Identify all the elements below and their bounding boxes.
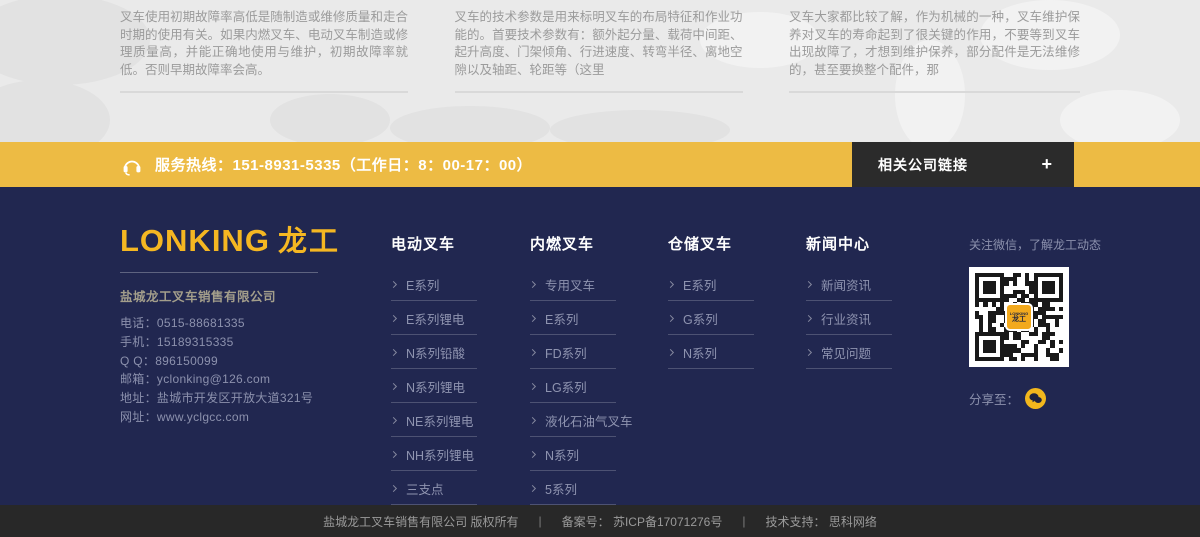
nav-item[interactable]: NH系列锂电 bbox=[391, 437, 477, 471]
chevron-right-icon bbox=[667, 281, 674, 288]
lonking-logo[interactable]: LONKING 龙工 bbox=[120, 225, 360, 257]
nav-item[interactable]: 三支点 bbox=[391, 471, 477, 505]
nav-item[interactable]: 5系列 bbox=[530, 471, 616, 505]
logo-chinese-text: 龙工 bbox=[278, 228, 340, 257]
icp-number[interactable]: 备案号： 苏ICP备17071276号 bbox=[562, 513, 723, 530]
nav-item[interactable]: N系列 bbox=[530, 437, 616, 471]
wechat-qr-code: LONKING 龙工 bbox=[969, 267, 1069, 367]
copyright-company: 盐城龙工叉车销售有限公司 版权所有 bbox=[323, 513, 518, 530]
copyright-bar: 盐城龙工叉车销售有限公司 版权所有 | 备案号： 苏ICP备17071276号 … bbox=[0, 505, 1200, 537]
nav-column-title: 电动叉车 bbox=[391, 233, 477, 254]
contact-list: 电话：0515-88681335 手机：15189315335 Q Q：8961… bbox=[120, 314, 360, 427]
chevron-right-icon bbox=[529, 281, 536, 288]
contact-phone: 电话：0515-88681335 bbox=[120, 314, 360, 333]
nav-item[interactable]: NE系列锂电 bbox=[391, 403, 477, 437]
company-name: 盐城龙工叉车销售有限公司 bbox=[120, 286, 360, 305]
hotline-bar: 服务热线：151-8931-5335（工作日：8：00-17：00） 相关公司链… bbox=[0, 142, 1200, 187]
chevron-right-icon bbox=[805, 349, 812, 356]
nav-item[interactable]: E系列 bbox=[530, 301, 616, 335]
share-row: 分享至： bbox=[969, 388, 1089, 409]
info-section: 叉车使用初期故障率高低是随制造或维修质量和走合时期的使用有关。如果内燃叉车、电动… bbox=[0, 0, 1200, 142]
tech-support[interactable]: 技术支持： 思科网络 bbox=[765, 513, 876, 530]
nav-item[interactable]: G系列 bbox=[668, 301, 754, 335]
chevron-right-icon bbox=[390, 383, 397, 390]
info-columns: 叉车使用初期故障率高低是随制造或维修质量和走合时期的使用有关。如果内燃叉车、电动… bbox=[120, 0, 1080, 93]
chevron-right-icon bbox=[805, 315, 812, 322]
nav-column-title: 新闻中心 bbox=[806, 233, 892, 254]
chevron-right-icon bbox=[529, 417, 536, 424]
chevron-right-icon bbox=[667, 315, 674, 322]
nav-item[interactable]: E系列锂电 bbox=[391, 301, 477, 335]
contact-address: 地址：盐城市开发区开放大道321号 bbox=[120, 389, 360, 408]
chevron-right-icon bbox=[390, 451, 397, 458]
nav-item[interactable]: 专用叉车 bbox=[530, 267, 616, 301]
chevron-right-icon bbox=[390, 281, 397, 288]
chevron-right-icon bbox=[390, 315, 397, 322]
wechat-caption: 关注微信，了解龙工动态 bbox=[969, 236, 1089, 253]
contact-qq: Q Q：896150099 bbox=[120, 352, 360, 371]
nav-item[interactable]: 新闻资讯 bbox=[806, 267, 892, 301]
nav-item[interactable]: N系列 bbox=[668, 335, 754, 369]
headset-icon bbox=[120, 153, 144, 177]
info-column-1: 叉车使用初期故障率高低是随制造或维修质量和走合时期的使用有关。如果内燃叉车、电动… bbox=[120, 9, 408, 93]
plus-icon: + bbox=[1041, 154, 1052, 175]
footer-nav-warehouse: 仓储叉车 E系列 G系列 N系列 bbox=[668, 233, 754, 369]
info-column-3: 叉车大家都比较了解，作为机械的一种，叉车维护保养对叉车的寿命起到了很关键的作用，… bbox=[789, 9, 1080, 93]
logo-latin-text: LONKING bbox=[120, 225, 270, 256]
wechat-share-icon[interactable] bbox=[1025, 388, 1046, 409]
chevron-right-icon bbox=[529, 383, 536, 390]
chevron-right-icon bbox=[529, 451, 536, 458]
nav-item[interactable]: 行业资讯 bbox=[806, 301, 892, 335]
nav-column-title: 内燃叉车 bbox=[530, 233, 616, 254]
wechat-block: 关注微信，了解龙工动态 LONKING 龙工 分享至： bbox=[969, 236, 1089, 409]
page: 叉车使用初期故障率高低是随制造或维修质量和走合时期的使用有关。如果内燃叉车、电动… bbox=[0, 0, 1200, 537]
info-paragraph: 叉车的技术参数是用来标明叉车的布局特征和作业功能的。首要技术参数有：额外起分量、… bbox=[455, 9, 743, 79]
divider bbox=[455, 91, 743, 93]
divider bbox=[120, 272, 318, 273]
nav-item[interactable]: N系列锂电 bbox=[391, 369, 477, 403]
company-block: LONKING 龙工 盐城龙工叉车销售有限公司 电话：0515-88681335… bbox=[120, 225, 360, 427]
nav-item[interactable]: E系列 bbox=[391, 267, 477, 301]
chevron-right-icon bbox=[390, 485, 397, 492]
hotline-text: 服务热线：151-8931-5335（工作日：8：00-17：00） bbox=[155, 154, 532, 175]
divider bbox=[120, 91, 408, 93]
nav-item[interactable]: N系列铅酸 bbox=[391, 335, 477, 369]
nav-item[interactable]: FD系列 bbox=[530, 335, 616, 369]
footer-nav-ic: 内燃叉车 专用叉车 E系列 FD系列 LG系列 液化石油气叉车 N系列 5系列 bbox=[530, 233, 616, 505]
related-links-button[interactable]: 相关公司链接 + bbox=[852, 142, 1074, 187]
chevron-right-icon bbox=[529, 349, 536, 356]
contact-email: 邮箱：yclonking@126.com bbox=[120, 370, 360, 389]
divider bbox=[789, 91, 1080, 93]
info-column-2: 叉车的技术参数是用来标明叉车的布局特征和作业功能的。首要技术参数有：额外起分量、… bbox=[455, 9, 743, 93]
separator: | bbox=[539, 514, 542, 528]
chevron-right-icon bbox=[529, 485, 536, 492]
qr-center-logo: LONKING 龙工 bbox=[1005, 303, 1033, 331]
contact-website: 网址：www.yclgcc.com bbox=[120, 408, 360, 427]
contact-mobile: 手机：15189315335 bbox=[120, 333, 360, 352]
info-paragraph: 叉车大家都比较了解，作为机械的一种，叉车维护保养对叉车的寿命起到了很关键的作用，… bbox=[789, 9, 1080, 79]
footer: LONKING 龙工 盐城龙工叉车销售有限公司 电话：0515-88681335… bbox=[0, 187, 1200, 505]
chevron-right-icon bbox=[805, 281, 812, 288]
footer-nav-news: 新闻中心 新闻资讯 行业资讯 常见问题 bbox=[806, 233, 892, 369]
nav-column-title: 仓储叉车 bbox=[668, 233, 754, 254]
wechat-glyph bbox=[1029, 393, 1042, 404]
share-label: 分享至： bbox=[969, 389, 1019, 408]
nav-item[interactable]: 常见问题 bbox=[806, 335, 892, 369]
hotline-group: 服务热线：151-8931-5335（工作日：8：00-17：00） bbox=[120, 153, 532, 177]
chevron-right-icon bbox=[667, 349, 674, 356]
chevron-right-icon bbox=[390, 417, 397, 424]
chevron-right-icon bbox=[390, 349, 397, 356]
nav-item[interactable]: 液化石油气叉车 bbox=[530, 403, 616, 437]
related-links-label: 相关公司链接 bbox=[878, 155, 968, 175]
chevron-right-icon bbox=[529, 315, 536, 322]
info-paragraph: 叉车使用初期故障率高低是随制造或维修质量和走合时期的使用有关。如果内燃叉车、电动… bbox=[120, 9, 408, 79]
separator: | bbox=[742, 514, 745, 528]
nav-item[interactable]: LG系列 bbox=[530, 369, 616, 403]
nav-item[interactable]: E系列 bbox=[668, 267, 754, 301]
footer-nav-electric: 电动叉车 E系列 E系列锂电 N系列铅酸 N系列锂电 NE系列锂电 NH系列锂电… bbox=[391, 233, 477, 505]
